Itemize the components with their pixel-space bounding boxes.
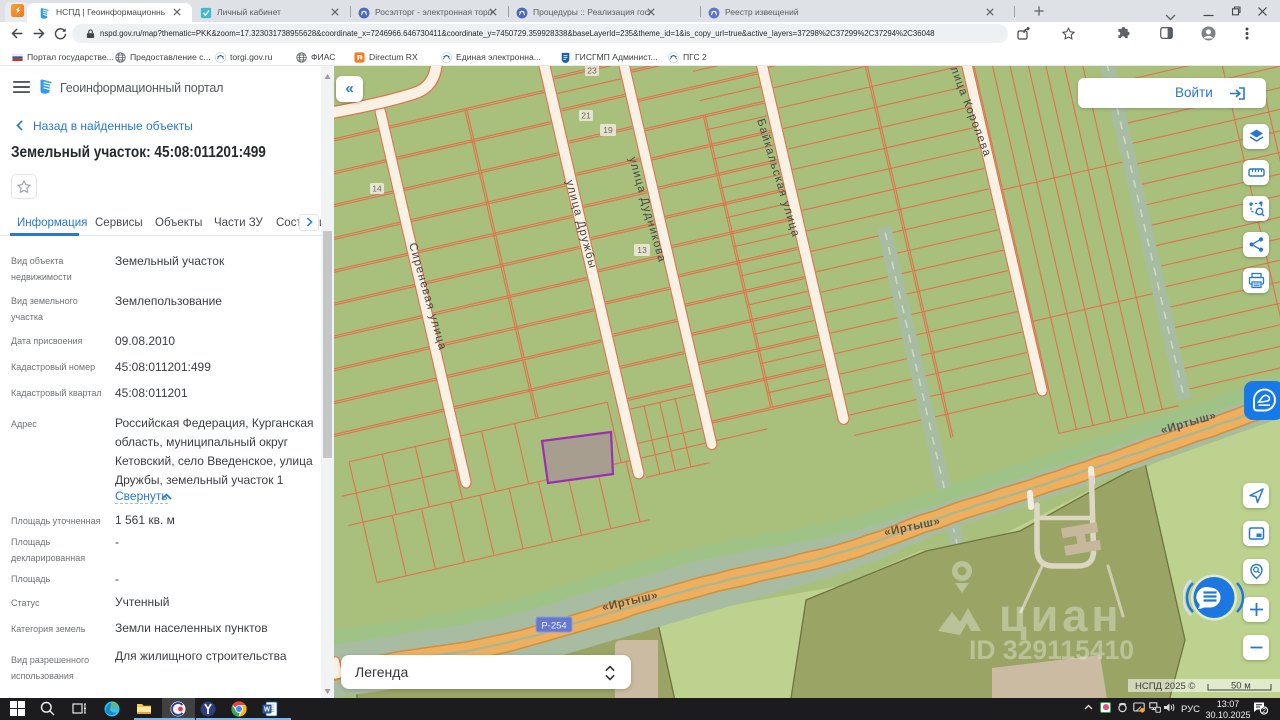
svg-text:13: 13 — [637, 245, 647, 255]
svg-text:НСПД 2025 ©: НСПД 2025 © — [1135, 681, 1195, 692]
svg-text:19: 19 — [603, 125, 613, 135]
svg-text:21: 21 — [581, 111, 591, 121]
svg-text:Р-254: Р-254 — [541, 621, 566, 632]
svg-text:2: 2 — [1262, 706, 1266, 715]
svg-text:23: 23 — [587, 66, 597, 76]
svg-text:циан: циан — [999, 590, 1123, 641]
svg-text:ID 329115410: ID 329115410 — [969, 635, 1134, 665]
svg-text:14: 14 — [372, 184, 382, 194]
